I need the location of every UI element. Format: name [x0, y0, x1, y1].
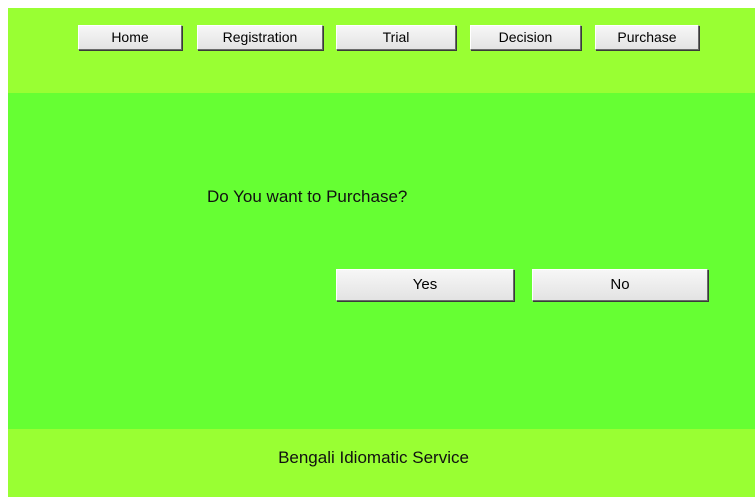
footer-title: Bengali Idiomatic Service: [278, 448, 469, 467]
header-bar: [8, 8, 755, 93]
yes-button[interactable]: Yes: [336, 269, 514, 301]
nav-registration-button[interactable]: Registration: [197, 25, 323, 50]
nav-trial-button[interactable]: Trial: [336, 25, 456, 50]
purchase-question: Do You want to Purchase?: [207, 187, 408, 206]
nav-purchase-button[interactable]: Purchase: [595, 25, 699, 50]
nav-decision-button[interactable]: Decision: [470, 25, 581, 50]
nav-home-button[interactable]: Home: [78, 25, 182, 50]
page-frame: [8, 8, 755, 497]
main-content: [8, 93, 755, 429]
no-button[interactable]: No: [532, 269, 708, 301]
